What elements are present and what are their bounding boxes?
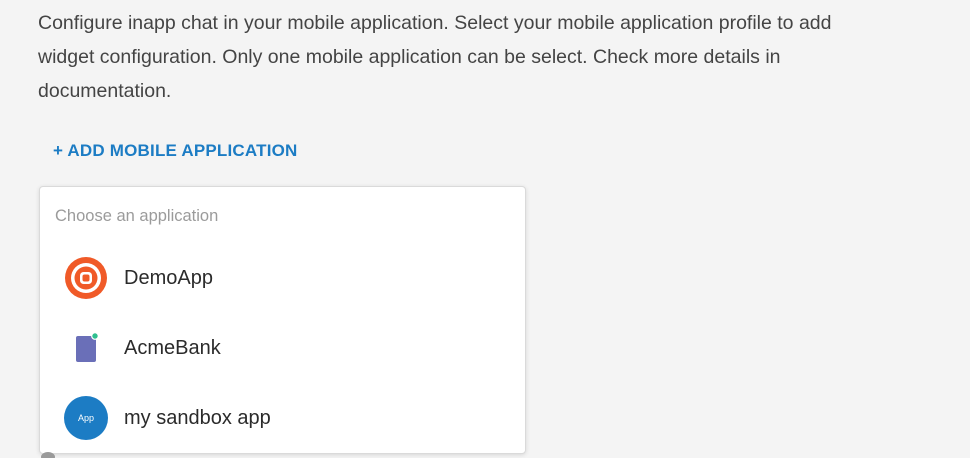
target-icon (65, 257, 107, 299)
description-line-1: Configure inapp chat in your mobile appl… (38, 12, 832, 34)
add-mobile-application-button[interactable]: + ADD MOBILE APPLICATION (53, 139, 298, 163)
app-option-my-sandbox-app[interactable]: App my sandbox app (40, 388, 525, 448)
page: Configure inapp chat in your mobile appl… (0, 0, 970, 458)
phone-icon (76, 332, 99, 362)
dropdown-header: Choose an application (55, 207, 219, 225)
app-option-demoapp[interactable]: DemoApp (40, 248, 525, 308)
application-dropdown: Choose an application DemoApp AcmeBank A… (39, 186, 526, 454)
app-option-acmebank[interactable]: AcmeBank (40, 318, 525, 378)
app-option-label: AcmeBank (124, 337, 221, 359)
app-icon: App (64, 396, 108, 440)
description-text: Configure inapp chat in your mobile appl… (38, 6, 938, 108)
app-option-label: my sandbox app (124, 407, 271, 429)
app-option-label: DemoApp (124, 267, 213, 289)
description-line-3: documentation. (38, 80, 172, 102)
scroll-indicator (41, 452, 55, 458)
description-line-2: widget configuration. Only one mobile ap… (38, 46, 781, 68)
